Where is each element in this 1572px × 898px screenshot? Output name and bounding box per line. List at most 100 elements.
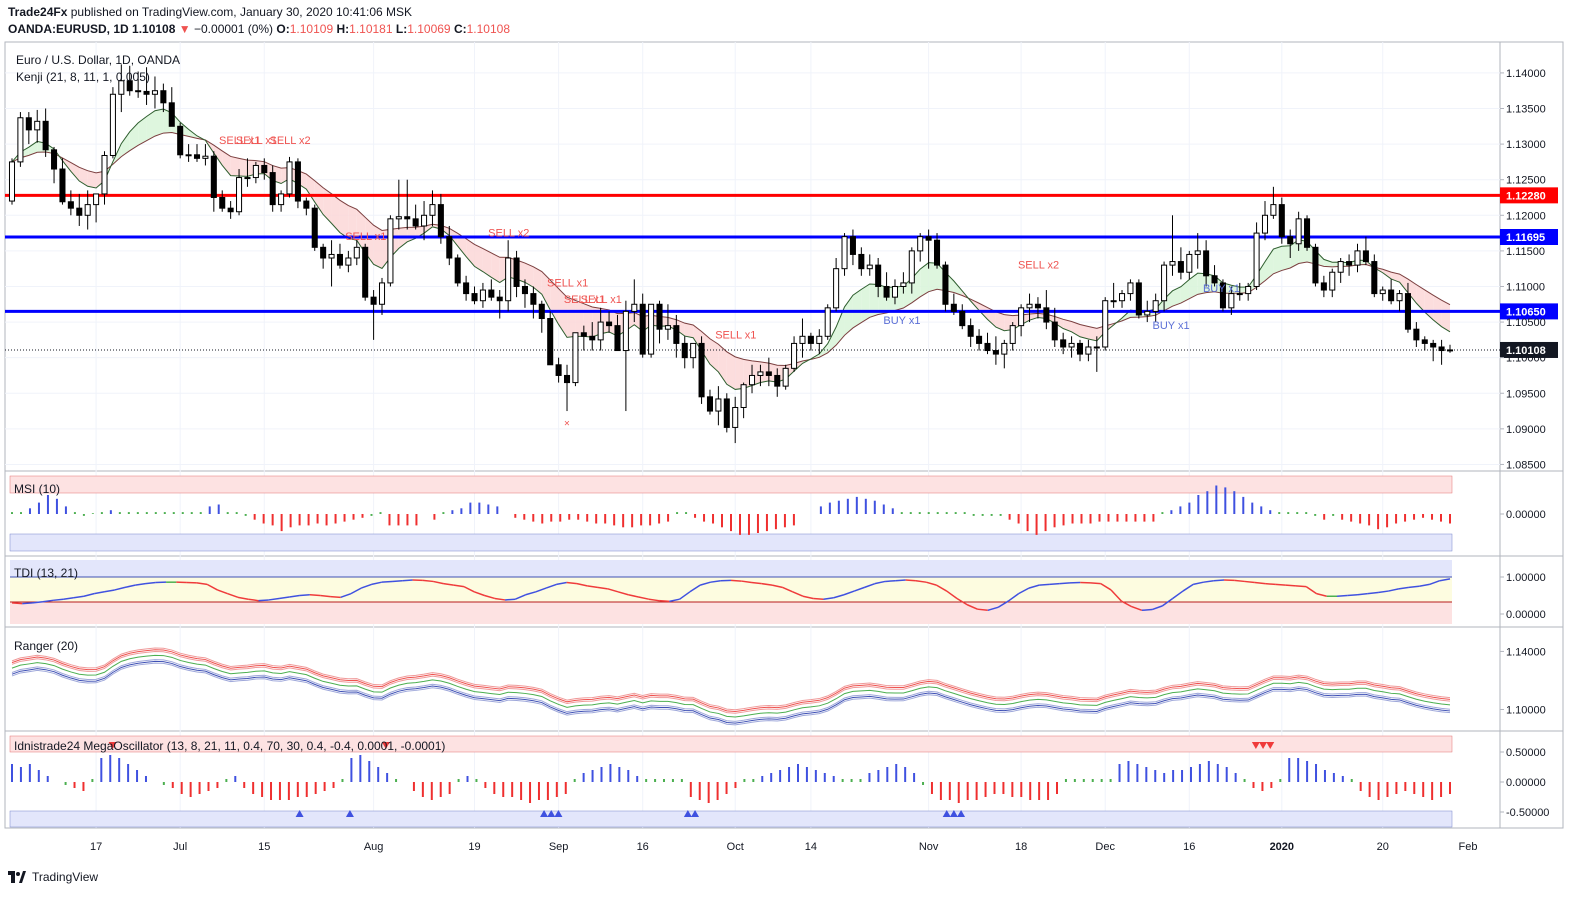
candle-body	[362, 246, 369, 298]
tdi-segment	[813, 597, 824, 600]
mega-axis-tick-label: 0.00000	[1506, 777, 1546, 789]
candle-body	[782, 367, 789, 387]
candle-body	[34, 120, 41, 131]
candle-body	[505, 257, 512, 302]
candle-body	[1287, 236, 1294, 245]
candle-body	[25, 117, 32, 131]
candle-body	[387, 218, 394, 284]
price-tick-label: 1.10500	[1506, 317, 1546, 329]
kenji-cloud-segment	[1281, 245, 1291, 271]
kenji-cloud-segment	[28, 141, 38, 156]
candle-body	[1329, 271, 1336, 291]
kenji-cloud-segment	[583, 303, 593, 338]
candle-body	[589, 335, 596, 341]
candle-body	[1102, 300, 1109, 348]
candle-body	[976, 335, 983, 344]
ranger-line	[11, 651, 1451, 714]
candle-body	[1043, 307, 1050, 323]
price-axis[interactable]: 1.14000 1.13500 1.13000 1.12500 1.12000 1.115…	[1500, 68, 1546, 472]
kenji-cloud-segment	[1273, 246, 1282, 274]
candle-body	[572, 332, 579, 384]
candle-body	[530, 293, 537, 305]
candle-body	[1421, 339, 1428, 344]
kenji-label: Kenji (21, 8, 11, 1, 0.005)	[16, 70, 150, 84]
candle-body	[631, 303, 638, 312]
price-tick-label: 1.13000	[1506, 139, 1546, 151]
candle-body	[757, 371, 764, 376]
kenji-cloud-segment	[222, 150, 231, 176]
footer: TradingView	[8, 870, 98, 884]
tdi-segment	[258, 599, 269, 602]
candle-body	[538, 303, 545, 320]
price-change: −0.00001 (0%)	[194, 22, 274, 36]
msi-axis: 0.00000	[1500, 509, 1546, 521]
tdi-segment	[391, 579, 403, 583]
mega-axis-tick-label: 0.50000	[1506, 747, 1546, 759]
horizontal-levels[interactable]: 1.122801.116951.106501.10108	[5, 187, 1558, 358]
candle-body	[1304, 218, 1311, 248]
mega-axis: 0.50000 0.00000 -0.50000	[1500, 747, 1549, 819]
sell-signal-label: SELL x2	[488, 228, 529, 240]
candle-body	[135, 90, 142, 93]
msi-lower-zone	[9, 533, 1453, 552]
candle-body	[597, 321, 604, 341]
sell-signal-label: SELL x1	[345, 231, 386, 243]
candle-body	[278, 193, 285, 206]
sell-signal-label: SELL x2	[1018, 260, 1059, 272]
tdi-axis-tick-label: 1.00000	[1506, 572, 1546, 584]
price-tick-label: 1.11500	[1506, 246, 1545, 258]
candle-body	[791, 342, 798, 369]
candle-body	[412, 218, 419, 227]
tdi-segment	[381, 580, 393, 583]
price-tick-label: 1.09000	[1506, 424, 1546, 436]
candle-body	[93, 193, 100, 206]
time-tick-label: Oct	[727, 841, 744, 853]
price-tick-label: 1.12500	[1506, 175, 1546, 187]
low-value: 1.10069	[407, 22, 451, 36]
chart-canvas[interactable]: 1.122801.116951.106501.10108 SELL x1 SELL…	[0, 38, 1572, 864]
time-tick-label: 2020	[1270, 841, 1294, 853]
kenji-cloud-segment	[852, 289, 862, 328]
candle-body	[639, 303, 646, 355]
publisher-name[interactable]: Trade24Fx	[8, 5, 67, 19]
candle-body	[42, 120, 49, 151]
candle-body	[698, 342, 705, 398]
tdi-axis: 1.00000 0.00000	[1500, 572, 1546, 621]
tdi-segment	[1039, 583, 1050, 586]
candle-body	[185, 154, 192, 157]
candle-body	[1295, 218, 1302, 245]
tdi-segment	[885, 579, 896, 583]
candle-body	[1110, 300, 1117, 303]
kenji-cloud-segment	[230, 156, 240, 177]
candle-body	[1018, 307, 1025, 327]
candle-body	[1161, 264, 1168, 302]
candle-body	[311, 207, 318, 248]
candle-body	[715, 398, 722, 412]
footer-brand[interactable]: TradingView	[32, 870, 98, 884]
tdi-segment	[1336, 594, 1348, 597]
tdi-segment	[1295, 585, 1307, 588]
candle-body	[513, 257, 520, 287]
kenji-cloud-segment	[928, 262, 938, 292]
candle-body	[849, 236, 856, 255]
candle-body	[1413, 328, 1420, 341]
down-arrow-icon: ▼	[178, 22, 191, 36]
ranger-axis-tick-label: 1.14000	[1506, 646, 1546, 658]
sell-signal-label: SELL x1	[715, 329, 756, 341]
kenji-cloud-segment	[684, 323, 694, 338]
time-axis[interactable]: 17 Jul 15 Aug 19 Sep 16 Oct 14 Nov 18 Dec 16 2020 20 Fe…	[90, 841, 1478, 853]
candle-body	[1379, 289, 1386, 295]
candle-body	[740, 384, 747, 408]
symbol-name[interactable]: OANDA:EURUSD, 1D	[8, 22, 129, 36]
candle-body	[210, 155, 217, 198]
candle-body	[429, 204, 436, 216]
time-tick-label: 16	[1183, 841, 1195, 853]
candle-body	[1245, 285, 1252, 295]
candle-body	[151, 90, 158, 95]
candle-body	[858, 253, 865, 270]
tdi-segment	[1285, 584, 1296, 587]
candle-body	[1261, 214, 1269, 234]
candle-body	[891, 285, 899, 298]
kenji-bands	[11, 108, 1451, 390]
price-tick-label: 1.11000	[1506, 281, 1545, 293]
